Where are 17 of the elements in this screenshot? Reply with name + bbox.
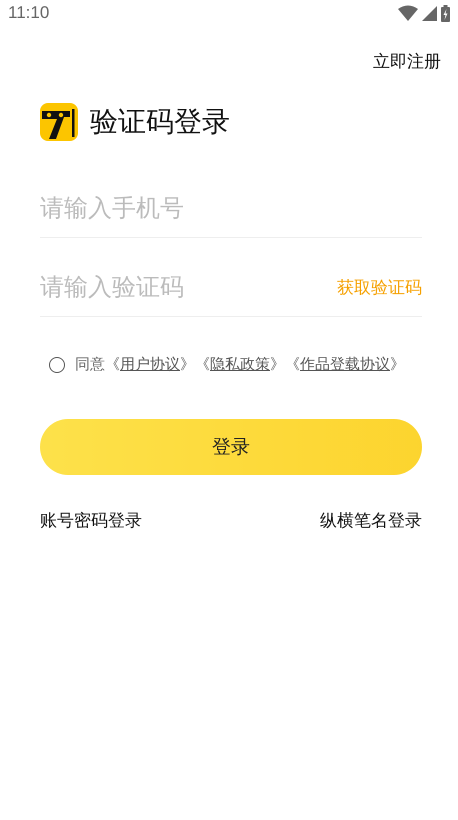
battery-icon [441, 4, 450, 22]
alt-login-link[interactable]: 纵横笔名登录 [320, 509, 422, 532]
agreement-link[interactable]: 《用户协议》 [105, 355, 195, 373]
register-link[interactable]: 立即注册 [371, 48, 443, 75]
cat-logo-icon [40, 103, 78, 141]
page-title: 验证码登录 [90, 104, 230, 140]
status-time: 11:10 [8, 3, 50, 23]
signal-icon [422, 6, 437, 20]
login-button[interactable]: 登录 [40, 419, 422, 475]
code-input-field[interactable]: 请输入验证码 [40, 273, 337, 301]
alt-login-link[interactable]: 账号密码登录 [40, 509, 142, 532]
agreement-link[interactable]: 《隐私政策》 [195, 355, 285, 373]
phone-input-field[interactable]: 请输入手机号 [40, 194, 422, 222]
wifi-icon [398, 5, 418, 21]
agreement-link[interactable]: 《作品登载协议》 [285, 355, 405, 373]
agree-radio[interactable] [49, 356, 65, 372]
agreement-text: 同意《用户协议》《隐私政策》《作品登载协议》 [75, 355, 405, 374]
